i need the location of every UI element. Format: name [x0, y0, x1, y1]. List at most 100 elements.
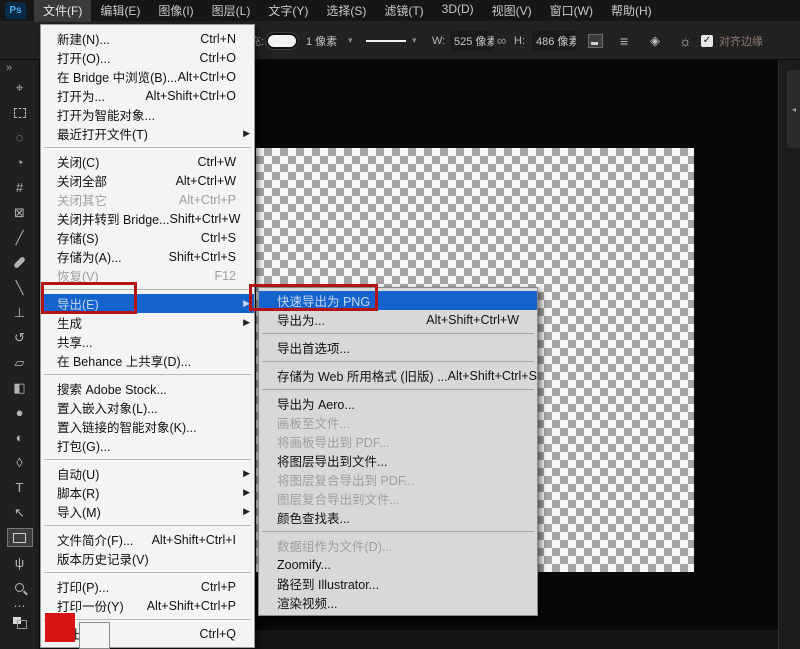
crop-tool-icon[interactable]: #	[7, 178, 33, 197]
path-selection-tool-icon[interactable]: ↖	[7, 503, 33, 522]
link-dimensions-icon[interactable]: ∞	[497, 21, 506, 60]
menu-item[interactable]: 导出为 Aero...	[259, 394, 537, 413]
brush-tool-icon[interactable]: ╲	[7, 278, 33, 297]
menubar-item[interactable]: 图像(I)	[149, 0, 202, 22]
menubar-item[interactable]: 选择(S)	[317, 0, 375, 22]
menu-item[interactable]: 存储(S)Ctrl+S	[41, 228, 254, 247]
menu-item[interactable]: 在 Bridge 中浏览(B)...Alt+Ctrl+O	[41, 67, 254, 86]
menu-item[interactable]: 存储为(A)...Shift+Ctrl+S	[41, 247, 254, 266]
menu-item-shortcut: Ctrl+Q	[200, 627, 246, 641]
clone-stamp-tool-icon[interactable]: ⊥	[7, 303, 33, 322]
dodge-tool-icon[interactable]: ◐	[7, 428, 33, 447]
type-tool-icon[interactable]: T	[7, 478, 33, 497]
width-field[interactable]: 525 像素	[450, 31, 494, 51]
background-color-swatch[interactable]	[79, 622, 110, 649]
move-tool-icon[interactable]: ⌖	[7, 78, 33, 97]
menu-item[interactable]: 生成▶	[41, 313, 254, 332]
quick-selection-tool-icon[interactable]: ◔	[7, 153, 33, 172]
menu-item[interactable]: 导入(M)▶	[41, 502, 254, 521]
history-brush-tool-icon[interactable]: ↺	[7, 328, 33, 347]
menu-item-label: 关闭并转到 Bridge...	[57, 209, 170, 228]
marquee-tool-icon[interactable]	[7, 103, 33, 122]
menu-item[interactable]: 在 Behance 上共享(D)...	[41, 351, 254, 370]
right-panel-strip: ◂	[778, 60, 800, 649]
rectangle-tool-icon[interactable]	[7, 528, 33, 547]
slice-tool-icon[interactable]: ⊠	[7, 203, 33, 222]
menu-item[interactable]: 路径到 Illustrator...	[259, 574, 537, 593]
menu-separator	[44, 525, 251, 526]
menu-item[interactable]: 关闭并转到 Bridge...Shift+Ctrl+W	[41, 209, 254, 228]
healing-brush-tool-icon[interactable]	[7, 253, 33, 272]
menu-item[interactable]: 关闭(C)Ctrl+W	[41, 152, 254, 171]
menu-item-label: 打开(O)...	[57, 48, 200, 67]
foreground-color-swatch[interactable]	[45, 613, 75, 642]
path-arrangement-icon[interactable]: ◈	[650, 21, 660, 60]
expand-panel-icon[interactable]: »	[0, 60, 39, 78]
menu-item-label: 在 Bridge 中浏览(B)...	[57, 67, 178, 86]
menubar-item[interactable]: 帮助(H)	[602, 0, 661, 22]
menu-item-label: 搜索 Adobe Stock...	[57, 379, 246, 398]
hand-tool-icon[interactable]: ψ	[7, 553, 33, 572]
zoom-tool-icon[interactable]	[7, 578, 33, 597]
menu-item[interactable]: 渲染视频...	[259, 593, 537, 612]
pen-tool-icon[interactable]: ◊	[7, 453, 33, 472]
menu-item[interactable]: 自动(U)▶	[41, 464, 254, 483]
menu-item[interactable]: 关闭全部Alt+Ctrl+W	[41, 171, 254, 190]
menubar-item[interactable]: 视图(V)	[483, 0, 541, 22]
marquee-tool-shape	[14, 108, 26, 118]
menu-item[interactable]: 导出首选项...	[259, 338, 537, 357]
menu-item[interactable]: Zoomify...	[259, 555, 537, 574]
menubar-item[interactable]: 编辑(E)	[91, 0, 149, 22]
menu-item[interactable]: 导出为...Alt+Shift+Ctrl+W	[259, 310, 537, 329]
align-edges-checkbox[interactable]: ✓	[701, 21, 713, 60]
menubar-item[interactable]: 文字(Y)	[259, 0, 317, 22]
menu-item-label: 存储(S)	[57, 228, 201, 247]
chevron-down-icon[interactable]: ▾	[412, 21, 417, 60]
menu-item-label: 存储为(A)...	[57, 247, 169, 266]
menubar-item[interactable]: 滤镜(T)	[375, 0, 432, 22]
eraser-tool-icon[interactable]: ▱	[7, 353, 33, 372]
stroke-width-value[interactable]: 1 像素	[306, 21, 337, 60]
align-edges-label: 对齐边缘	[719, 21, 763, 60]
eyedropper-tool-icon[interactable]: ╱	[7, 228, 33, 247]
path-alignment-icon[interactable]: ≡	[620, 21, 628, 60]
menu-item[interactable]: 打印(P)...Ctrl+P	[41, 577, 254, 596]
menu-item-shortcut: Alt+Shift+Ctrl+I	[152, 533, 246, 547]
menu-item[interactable]: 颜色查找表...	[259, 508, 537, 527]
menu-item[interactable]: 搜索 Adobe Stock...	[41, 379, 254, 398]
menu-item[interactable]: 置入链接的智能对象(K)...	[41, 417, 254, 436]
menubar-item[interactable]: 3D(D)	[433, 0, 483, 22]
edit-toolbar-icon[interactable]: ⋯	[0, 599, 39, 613]
menu-item-shortcut: Alt+Shift+Ctrl+P	[147, 599, 246, 613]
menu-item[interactable]: 新建(N)...Ctrl+N	[41, 29, 254, 48]
menu-item[interactable]: 文件简介(F)...Alt+Shift+Ctrl+I	[41, 530, 254, 549]
gear-icon[interactable]: ☼	[679, 21, 692, 60]
menu-item: 关闭其它Alt+Ctrl+P	[41, 190, 254, 209]
menu-item-shortcut: Alt+Shift+Ctrl+O	[145, 89, 246, 103]
chevron-down-icon[interactable]: ▾	[348, 21, 353, 60]
menubar-item[interactable]: 文件(F)	[34, 0, 91, 22]
blur-tool-icon[interactable]: ●	[7, 403, 33, 422]
panel-collapse-tab[interactable]: ◂	[787, 70, 800, 148]
menu-item[interactable]: 打开(O)...Ctrl+O	[41, 48, 254, 67]
menu-item[interactable]: 将图层导出到文件...	[259, 451, 537, 470]
path-operations-icon[interactable]	[588, 21, 603, 60]
menu-item[interactable]: 置入嵌入对象(L)...	[41, 398, 254, 417]
height-field[interactable]: 486 像素	[532, 31, 576, 51]
menu-item[interactable]: 打开为...Alt+Shift+Ctrl+O	[41, 86, 254, 105]
menu-item[interactable]: 脚本(R)▶	[41, 483, 254, 502]
stroke-color-swatch[interactable]	[268, 21, 296, 60]
menu-item-label: 关闭全部	[57, 171, 176, 190]
default-colors-icon[interactable]	[13, 617, 27, 629]
menu-item[interactable]: 版本历史记录(V)	[41, 549, 254, 568]
lasso-tool-icon[interactable]: ◌	[7, 128, 33, 147]
paint-bucket-tool-icon[interactable]: ◧	[7, 378, 33, 397]
menu-item[interactable]: 打开为智能对象...	[41, 105, 254, 124]
menubar-item[interactable]: 图层(L)	[203, 0, 260, 22]
menu-item[interactable]: 最近打开文件(T)▶	[41, 124, 254, 143]
menu-item[interactable]: 共享...	[41, 332, 254, 351]
stroke-type-preview[interactable]	[366, 21, 406, 60]
menu-item[interactable]: 打包(G)...	[41, 436, 254, 455]
menu-item[interactable]: 存储为 Web 所用格式 (旧版) ...Alt+Shift+Ctrl+S	[259, 366, 537, 385]
menubar-item[interactable]: 窗口(W)	[541, 0, 602, 22]
